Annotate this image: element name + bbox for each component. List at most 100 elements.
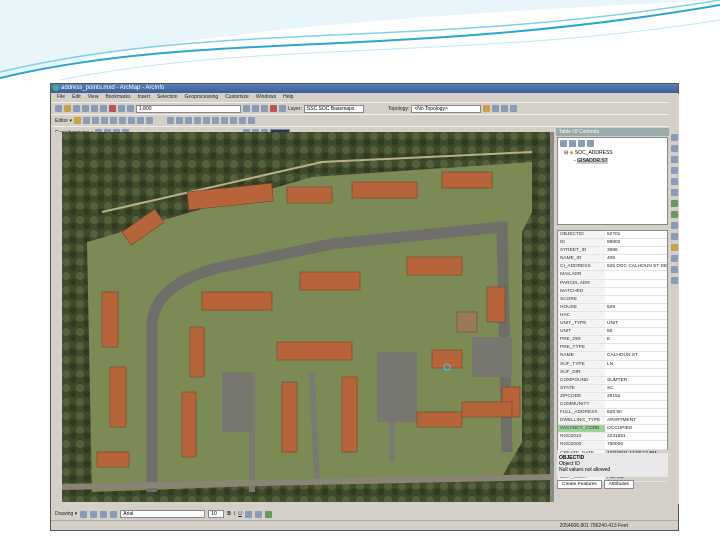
text-icon[interactable]	[110, 510, 118, 518]
fix-error-icon[interactable]	[510, 105, 518, 112]
layer-combo[interactable]: SSC SOC Basemaps	[303, 104, 364, 113]
attribute-row[interactable]: UNIT_TYPE UNIT	[558, 320, 667, 329]
select-features-icon[interactable]	[220, 117, 228, 124]
menu-edit[interactable]: Edit	[72, 93, 81, 102]
attribute-value[interactable]: LN	[605, 361, 667, 368]
attribute-row[interactable]: PRE_DIR E	[558, 336, 667, 345]
list-by-source-icon[interactable]	[569, 140, 576, 147]
attribute-row[interactable]: ZIPCODE 29152	[558, 392, 667, 401]
menu-windows[interactable]: Windows	[256, 93, 276, 102]
fill-color-icon[interactable]	[254, 510, 262, 518]
print-icon[interactable]	[82, 105, 89, 112]
menu-help[interactable]: Help	[283, 93, 293, 102]
attribute-value[interactable]: 88802	[605, 239, 667, 246]
attribute-value[interactable]	[605, 280, 667, 287]
select-arrow-icon[interactable]	[82, 117, 90, 124]
attribute-row[interactable]: HOUSE 525	[558, 303, 667, 312]
tool-icon[interactable]	[670, 167, 678, 174]
attribute-row[interactable]: SCORE	[558, 295, 667, 304]
font-color-icon[interactable]	[244, 510, 252, 518]
map-view[interactable]	[62, 132, 554, 502]
attribute-row[interactable]: HAC	[558, 311, 667, 321]
attribute-value[interactable]: 525 50	[605, 409, 667, 416]
attribute-row[interactable]: PRE_TYPE	[558, 344, 667, 353]
tool-icon[interactable]	[670, 244, 678, 251]
copy-icon[interactable]	[100, 105, 107, 112]
attribute-row[interactable]: MATCHED	[558, 287, 667, 296]
tool-icon[interactable]	[670, 145, 678, 152]
line-color-icon[interactable]	[264, 510, 272, 518]
attribute-value[interactable]: OCCUPIED	[605, 425, 667, 432]
attribute-value[interactable]: 50	[605, 328, 667, 335]
arctoolbox-icon[interactable]	[270, 105, 277, 112]
tab-attributes[interactable]: Attributes	[603, 480, 634, 489]
attribute-value[interactable]	[605, 312, 667, 319]
tool-icon[interactable]	[670, 266, 678, 273]
menu-bookmarks[interactable]: Bookmarks	[105, 93, 130, 102]
tool-icon[interactable]	[670, 277, 678, 284]
italic-button[interactable]: I	[234, 511, 235, 517]
attributes-icon[interactable]	[136, 117, 144, 124]
attribute-value[interactable]	[605, 296, 667, 303]
forward-icon[interactable]	[211, 117, 219, 124]
topology-combo[interactable]: <No Topology>	[411, 104, 482, 113]
attribute-row[interactable]: MAILADR	[558, 271, 667, 280]
attribute-row[interactable]: SUF_DIR	[558, 368, 667, 377]
attribute-value[interactable]	[605, 271, 667, 278]
sketch-icon[interactable]	[109, 117, 117, 124]
pan-icon[interactable]	[184, 117, 192, 124]
toc-icon[interactable]	[252, 105, 259, 112]
tool-icon[interactable]	[670, 255, 678, 262]
attribute-row[interactable]: COMPOUND SUMTER	[558, 376, 667, 385]
attribute-row[interactable]: OBJECTID 52?01	[558, 231, 667, 240]
attribute-row[interactable]: NGD2010 2231561	[558, 433, 667, 442]
menu-customize[interactable]: Customize	[225, 93, 249, 102]
save-icon[interactable]	[73, 105, 80, 112]
menu-insert[interactable]: Insert	[137, 93, 150, 102]
open-icon[interactable]	[64, 105, 71, 112]
attribute-value[interactable]	[605, 344, 667, 351]
identify-icon[interactable]	[229, 117, 237, 124]
zoom-out-icon[interactable]	[175, 117, 183, 124]
full-extent-icon[interactable]	[193, 117, 201, 124]
tool-icon[interactable]	[670, 233, 678, 240]
options-icon[interactable]	[587, 140, 594, 147]
sketch-properties-icon[interactable]	[145, 117, 153, 124]
toc-group[interactable]: ⊟ ◆ SOC_ADDRESS	[564, 149, 667, 157]
attribute-value[interactable]: SC	[605, 385, 667, 392]
new-icon[interactable]	[55, 105, 62, 112]
attribute-row[interactable]: ID 88802	[558, 239, 667, 248]
list-by-visibility-icon[interactable]	[578, 140, 585, 147]
menu-file[interactable]: File	[57, 93, 65, 102]
attribute-value[interactable]: E	[605, 336, 667, 343]
tool-icon[interactable]	[670, 189, 678, 196]
attribute-value[interactable]: 52?01	[605, 231, 667, 238]
measure-icon[interactable]	[247, 117, 255, 124]
tool-icon[interactable]	[670, 156, 678, 163]
delete-icon[interactable]	[109, 105, 116, 112]
back-icon[interactable]	[202, 117, 210, 124]
attribute-row[interactable]: CI_ADDRESS 525 DOC CALHOUN ST DET	[558, 263, 667, 272]
rotate-element-icon[interactable]	[90, 510, 98, 518]
tool-icon[interactable]	[670, 200, 678, 207]
rotate-icon[interactable]	[127, 117, 135, 124]
attribute-row[interactable]: STREET_ID 3066	[558, 247, 667, 256]
attribute-row[interactable]: FULL_ADDRESS 525 50	[558, 409, 667, 418]
editor-menu[interactable]: Editor ▾	[55, 118, 72, 124]
list-by-drawing-order-icon[interactable]	[560, 140, 567, 147]
attribute-value[interactable]	[605, 288, 667, 295]
attribute-row[interactable]: NAME CALHOUN ST	[558, 352, 667, 361]
attribute-value[interactable]: SUMTER	[605, 377, 667, 384]
select-elements-icon[interactable]	[80, 510, 88, 518]
attribute-value[interactable]: 29152	[605, 393, 667, 400]
topology-tool-icon[interactable]	[483, 105, 491, 112]
bold-button[interactable]: B	[227, 511, 231, 517]
attribute-value[interactable]: 406	[605, 255, 667, 262]
map-topology-icon[interactable]	[492, 105, 500, 112]
undo-icon[interactable]	[118, 105, 125, 112]
attribute-value[interactable]: APARTMENT	[605, 417, 667, 424]
attribute-value[interactable]	[605, 401, 667, 408]
attribute-value[interactable]: 525 DOC CALHOUN ST DET	[605, 263, 667, 270]
menu-view[interactable]: View	[88, 93, 99, 102]
add-data-icon[interactable]	[127, 105, 134, 112]
